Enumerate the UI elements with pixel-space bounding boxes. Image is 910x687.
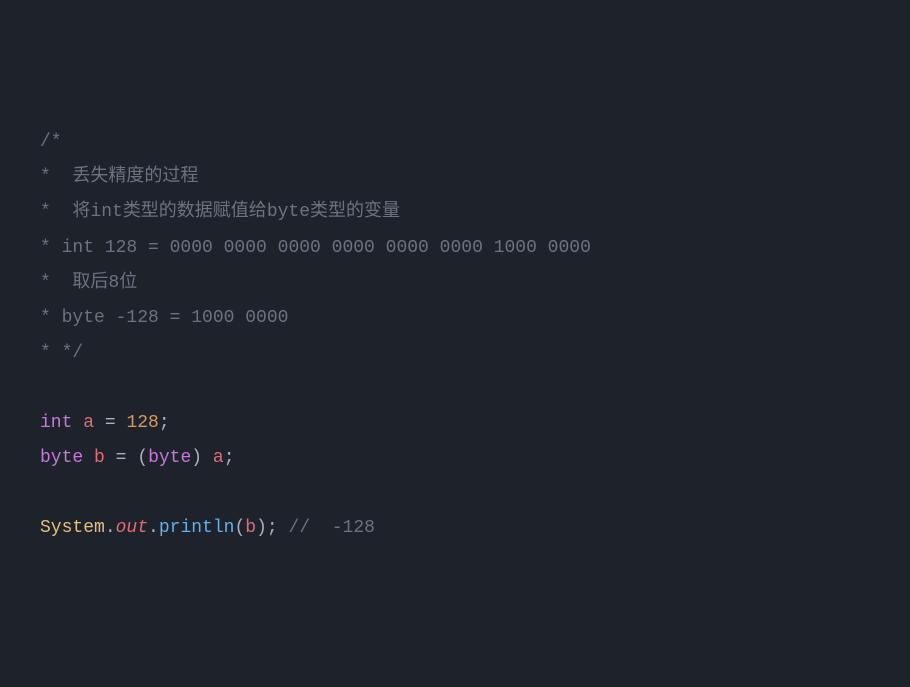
keyword-byte: byte (40, 448, 83, 468)
method-println: println (159, 518, 235, 538)
cast-byte: byte (148, 448, 191, 468)
comment-line-6: * byte -128 = 1000 0000 (40, 301, 910, 336)
comment-line-7: * */ (40, 336, 910, 371)
comment-line-3: * 将int类型的数据赋值给byte类型的变量 (40, 195, 910, 230)
number-128: 128 (126, 413, 158, 433)
code-editor[interactable]: /** 丢失精度的过程* 将int类型的数据赋值给byte类型的变量* int … (40, 125, 910, 546)
code-line-int-declaration: int a = 128; (40, 406, 910, 441)
variable-a: a (83, 413, 94, 433)
blank-line-1 (40, 371, 910, 406)
comment-line-2: * 丢失精度的过程 (40, 160, 910, 195)
comment-line-4: * int 128 = 0000 0000 0000 0000 0000 000… (40, 231, 910, 266)
code-line-byte-declaration: byte b = (byte) a; (40, 441, 910, 476)
variable-b: b (94, 448, 105, 468)
comment-line-5: * 取后8位 (40, 266, 910, 301)
code-line-println: System.out.println(b); // -128 (40, 511, 910, 546)
keyword-int: int (40, 413, 72, 433)
comment-line-1: /* (40, 125, 910, 160)
blank-line-2 (40, 476, 910, 511)
field-out: out (116, 518, 148, 538)
inline-comment: // -128 (289, 518, 375, 538)
class-system: System (40, 518, 105, 538)
